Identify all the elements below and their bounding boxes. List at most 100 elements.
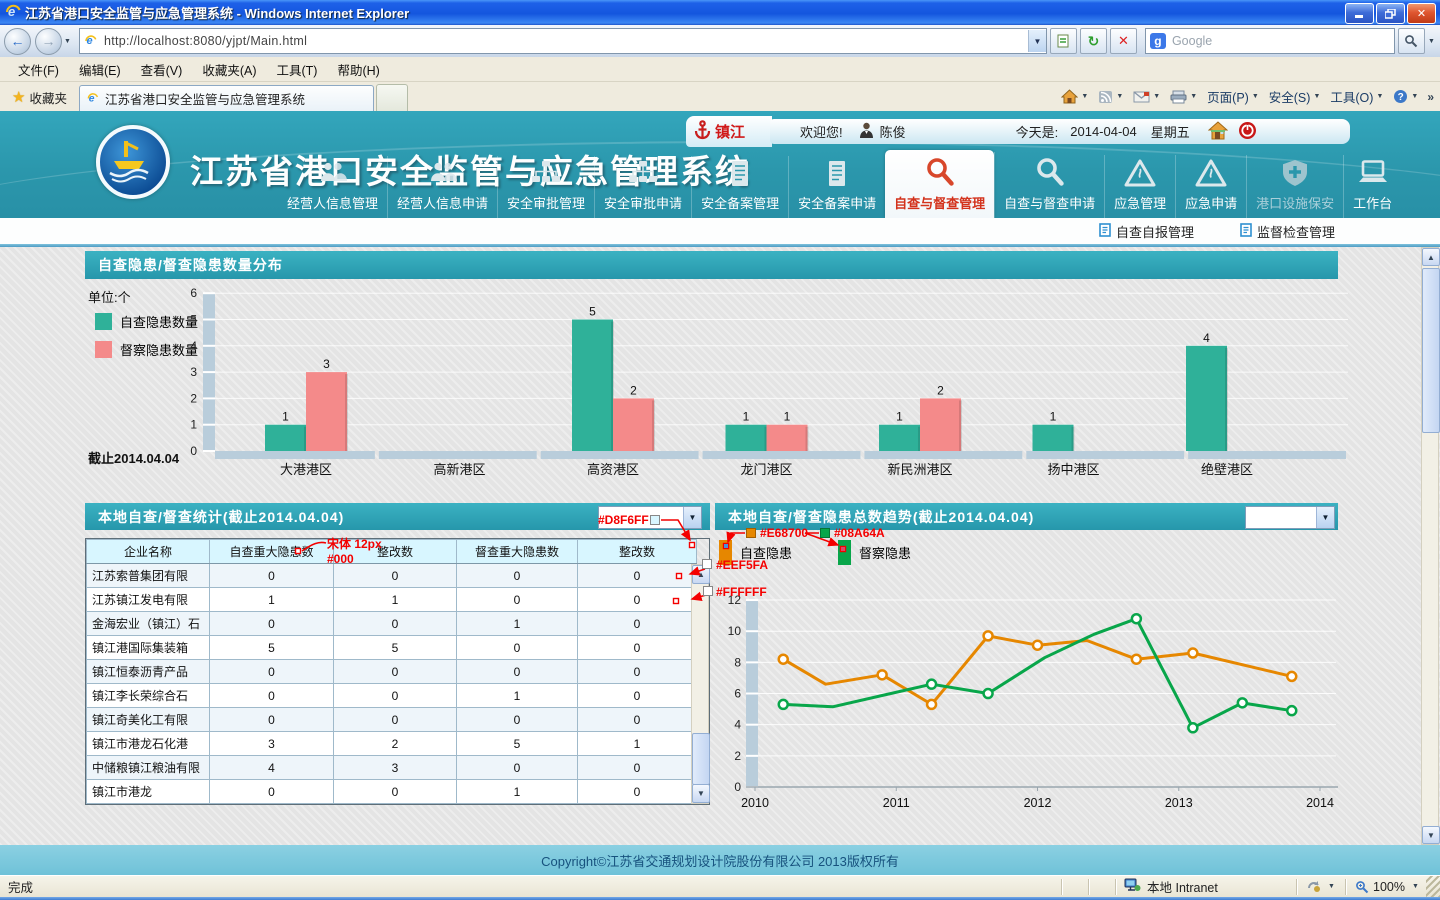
page-scroll-up-icon[interactable]: ▲: [1422, 248, 1440, 266]
zoom-button[interactable]: 100% ▼: [1348, 880, 1426, 894]
subnav-item-1[interactable]: 监督检查管理: [1240, 222, 1335, 241]
nav-item-2[interactable]: 安全审批管理: [497, 156, 594, 218]
address-input[interactable]: e http://localhost:8080/yjpt/Main.html ▼: [79, 28, 1047, 54]
table-scroll-thumb[interactable]: [692, 733, 710, 785]
favorites-bar: ★ 收藏夹 e 江苏省港口安全监管与应急管理系统 ▼▼▼▼页面(P)▼安全(S)…: [0, 82, 1440, 111]
table-scrollbar[interactable]: ▲ ▼: [691, 564, 709, 804]
nav-item-10[interactable]: 港口设施保安: [1246, 155, 1343, 218]
forward-button[interactable]: →: [35, 28, 62, 55]
stop-button[interactable]: ✕: [1110, 28, 1137, 54]
select-dropdown-icon[interactable]: ▼: [1316, 507, 1334, 528]
new-tab-stub[interactable]: [376, 84, 408, 111]
logout-icon[interactable]: [1238, 121, 1257, 143]
annotation-row-alt-color: #EEF5FA: [716, 558, 768, 572]
value-cell: 0: [457, 756, 578, 780]
table-row[interactable]: 中储粮镇江粮油有限4300: [87, 756, 697, 780]
compatibility-view-button[interactable]: [1050, 28, 1077, 54]
refresh-button[interactable]: ↻: [1080, 28, 1107, 54]
nav-item-8[interactable]: 应急管理: [1104, 155, 1175, 218]
warning-icon: [1123, 159, 1157, 190]
nav-item-7[interactable]: 自查与督查申请: [994, 152, 1104, 218]
nav-item-5[interactable]: 安全备案申请: [788, 156, 885, 218]
favorites-button[interactable]: ★ 收藏夹: [6, 86, 73, 108]
restore-button[interactable]: [1376, 3, 1405, 24]
value-cell: 4: [210, 756, 334, 780]
title-bar: e 江苏省港口安全监管与应急管理系统 - Windows Internet Ex…: [0, 0, 1440, 25]
command-label: 页面(P): [1207, 87, 1249, 106]
page-scroll-thumb[interactable]: [1422, 268, 1440, 433]
nav-item-6[interactable]: 自查与督查管理: [885, 150, 994, 218]
command-0[interactable]: 页面(P)▼: [1202, 86, 1264, 108]
feeds-button[interactable]: ▼: [1093, 86, 1128, 108]
help-button[interactable]: ?▼: [1388, 86, 1423, 108]
nav-item-3[interactable]: 安全审批申请: [594, 156, 691, 218]
line-xtick-label: 2012: [1024, 796, 1052, 810]
table-row[interactable]: 江苏索普集团有限0000: [87, 564, 697, 588]
read-mail-button[interactable]: ▼: [1128, 86, 1165, 108]
page-scroll-down-icon[interactable]: ▼: [1422, 826, 1440, 844]
app-logo: [96, 125, 170, 199]
menu-item-3[interactable]: 收藏夹(A): [192, 58, 266, 81]
menu-item-1[interactable]: 编辑(E): [69, 58, 131, 81]
browser-tab[interactable]: e 江苏省港口安全监管与应急管理系统: [79, 85, 374, 111]
line-ytick-label: 10: [728, 624, 742, 638]
history-dropdown-icon[interactable]: ▼: [64, 38, 71, 45]
nav-item-4[interactable]: 安全备案管理: [691, 156, 788, 218]
nav-item-9[interactable]: 应急申请: [1175, 155, 1246, 218]
table-row[interactable]: 镇江恒泰沥青产品0000: [87, 660, 697, 684]
bar-ytick-label: 1: [190, 418, 197, 432]
table-row[interactable]: 江苏镇江发电有限1100: [87, 588, 697, 612]
data-point-marker: [779, 700, 788, 709]
minimize-button[interactable]: [1345, 3, 1374, 24]
page-scrollbar[interactable]: ▲ ▼: [1421, 247, 1439, 845]
print-button[interactable]: ▼: [1165, 86, 1202, 108]
search-button[interactable]: [1398, 28, 1425, 54]
table-row[interactable]: 镇江市港龙0010: [87, 780, 697, 804]
value-cell: 0: [457, 708, 578, 732]
menu-item-0[interactable]: 文件(F): [8, 58, 69, 81]
value-cell: 0: [457, 660, 578, 684]
menu-item-2[interactable]: 查看(V): [131, 58, 193, 81]
table-row[interactable]: 镇江市港龙石化港3251: [87, 732, 697, 756]
value-cell: 5: [210, 636, 334, 660]
command-bar: ▼▼▼▼页面(P)▼安全(S)▼工具(O)▼?▼»: [1056, 82, 1440, 111]
back-button[interactable]: ←: [4, 28, 31, 55]
nav-item-1[interactable]: 经营人信息申请: [387, 156, 497, 218]
nav-item-label: 安全备案管理: [701, 193, 779, 212]
home-shortcut-icon[interactable]: [1208, 121, 1228, 143]
value-cell: 0: [457, 564, 578, 588]
line-ytick-label: 0: [734, 780, 741, 794]
table-scroll-down-icon[interactable]: ▼: [692, 784, 710, 803]
user-name: 陈俊: [880, 122, 906, 141]
table-row[interactable]: 镇江港国际集装箱5500: [87, 636, 697, 660]
resize-grip[interactable]: [1426, 876, 1440, 897]
table-row[interactable]: 镇江李长荣综合石0010: [87, 684, 697, 708]
select-dropdown-icon[interactable]: ▼: [683, 507, 701, 528]
command-2[interactable]: 工具(O)▼: [1325, 86, 1388, 108]
table-row[interactable]: 金海宏业（镇江）石0010: [87, 612, 697, 636]
command-1[interactable]: 安全(S)▼: [1264, 86, 1326, 108]
address-dropdown-button[interactable]: ▼: [1028, 30, 1046, 52]
line-filter-select[interactable]: ▼: [1245, 506, 1335, 529]
nav-item-label: 经营人信息管理: [287, 193, 378, 212]
table-row[interactable]: 镇江奇美化工有限0000: [87, 708, 697, 732]
nav-item-label: 经营人信息申请: [397, 193, 488, 212]
menu-item-4[interactable]: 工具(T): [266, 58, 327, 81]
intranet-icon: [1124, 878, 1141, 895]
overflow-chevron[interactable]: »: [1427, 90, 1434, 104]
search-input[interactable]: g Google: [1145, 28, 1395, 54]
menu-item-5[interactable]: 帮助(H): [327, 58, 389, 81]
subnav-item-0[interactable]: 自查自报管理: [1099, 222, 1194, 241]
home-button[interactable]: ▼: [1056, 86, 1093, 108]
nav-item-0[interactable]: 经营人信息管理: [278, 156, 387, 218]
search-options-icon[interactable]: ▼: [1428, 38, 1435, 45]
nav-item-label: 自查与督查管理: [894, 193, 985, 212]
bar-value-label: 2: [937, 383, 944, 397]
nav-item-11[interactable]: 工作台: [1343, 155, 1401, 218]
search-placeholder: Google: [1172, 34, 1212, 48]
close-button[interactable]: ✕: [1407, 3, 1436, 24]
value-cell: 1: [578, 732, 697, 756]
stat-table: 企业名称自查重大隐患数整改数督查重大隐患数整改数江苏索普集团有限0000江苏镇江…: [86, 539, 697, 804]
url-text: http://localhost:8080/yjpt/Main.html: [104, 34, 307, 48]
protected-mode-button[interactable]: ▼: [1299, 880, 1343, 893]
